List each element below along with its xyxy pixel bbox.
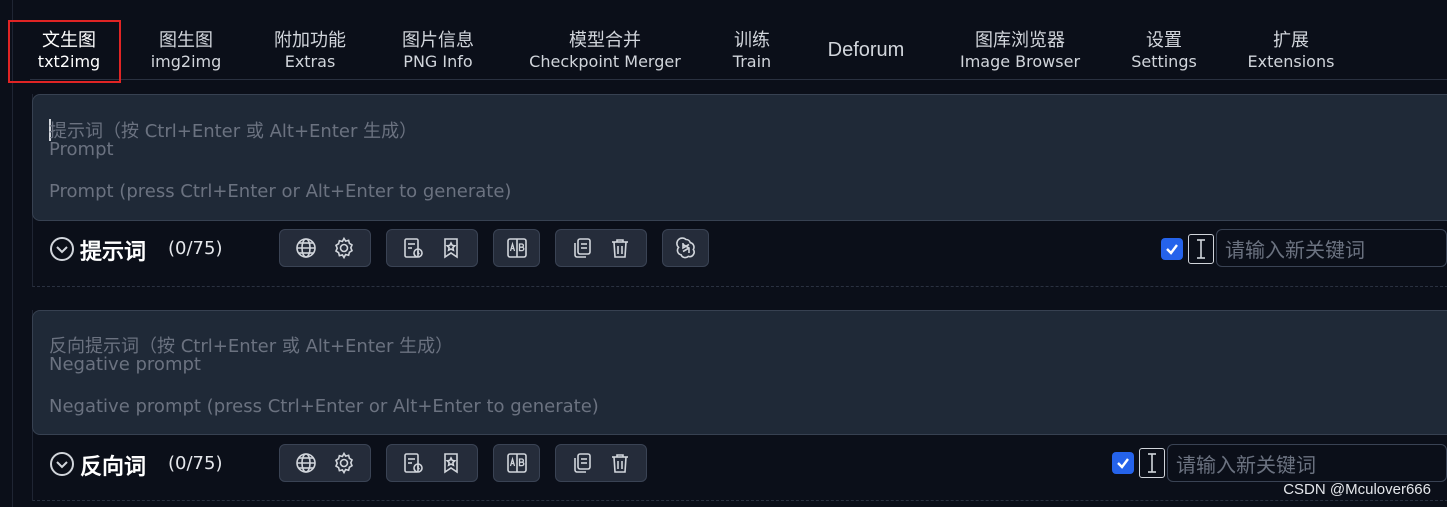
trash-icon[interactable]	[607, 235, 633, 261]
watermark: CSDN @Mculover666	[1283, 481, 1431, 498]
tab-train-en: Train	[732, 52, 772, 71]
negative-placeholder-hint: Negative prompt (press Ctrl+Enter or Alt…	[49, 396, 599, 417]
negative-toolbar-group-4	[555, 444, 647, 482]
prompt-keyword-checkbox[interactable]	[1161, 238, 1183, 260]
tab-extensions-cn: 扩展	[1273, 30, 1309, 51]
prompt-token-count: (0/75)	[168, 238, 223, 259]
copy-icon[interactable]	[569, 235, 595, 261]
tab-img2img-cn: 图生图	[159, 30, 213, 51]
history-list-icon[interactable]	[400, 450, 426, 476]
negative-toolbar-group-1	[279, 444, 371, 482]
tab-extras-en: Extras	[284, 52, 336, 71]
tab-deforum[interactable]: Deforum	[816, 30, 916, 70]
prompt-placeholder-en: Prompt	[49, 139, 114, 160]
negative-prompt-textarea[interactable]: 反向提示词（按 Ctrl+Enter 或 Alt+Enter 生成） Negat…	[32, 310, 1447, 435]
prompt-placeholder-hint: Prompt (press Ctrl+Enter or Alt+Enter to…	[49, 181, 512, 202]
tab-img2img-en: img2img	[150, 52, 222, 71]
tab-extras-cn: 附加功能	[274, 30, 346, 51]
prompt-keyword-input[interactable]: 请输入新关键词	[1216, 229, 1447, 267]
openai-icon[interactable]	[673, 235, 699, 261]
tab-image-browser-en: Image Browser	[959, 52, 1081, 71]
collapse-negative-icon[interactable]	[50, 452, 74, 476]
prompt-textarea[interactable]: 提示词（按 Ctrl+Enter 或 Alt+Enter 生成） Prompt …	[32, 94, 1447, 221]
prompt-toolbar-group-3	[493, 229, 540, 267]
trash-icon[interactable]	[607, 450, 633, 476]
tab-deforum-label: Deforum	[827, 39, 905, 61]
tab-png-info[interactable]: 图片信息 PNG Info	[394, 30, 482, 72]
tab-settings-en: Settings	[1131, 52, 1197, 71]
gear-icon[interactable]	[331, 450, 357, 476]
negative-toolbar-group-3	[493, 444, 540, 482]
tab-settings[interactable]: 设置 Settings	[1128, 30, 1200, 72]
prompt-toolbar-group-2	[386, 229, 478, 267]
tab-extensions[interactable]: 扩展 Extensions	[1244, 30, 1338, 72]
prompt-label: 提示词	[80, 240, 147, 265]
tab-png-info-en: PNG Info	[403, 52, 473, 71]
negative-token-count: (0/75)	[168, 453, 223, 474]
tab-image-browser[interactable]: 图库浏览器 Image Browser	[954, 30, 1086, 72]
text-cursor-icon	[1139, 448, 1165, 478]
tab-png-info-cn: 图片信息	[402, 30, 474, 51]
tab-divider	[30, 79, 1447, 80]
history-list-icon[interactable]	[400, 235, 426, 261]
tab-checkpoint-merger[interactable]: 模型合并 Checkpoint Merger	[524, 30, 686, 72]
prompt-toolbar-group-5	[662, 229, 709, 267]
tab-extensions-en: Extensions	[1247, 52, 1335, 71]
collapse-prompt-icon[interactable]	[50, 237, 74, 261]
negative-placeholder-en: Negative prompt	[49, 354, 201, 375]
tab-extras[interactable]: 附加功能 Extras	[268, 30, 352, 72]
negative-toolbar-group-2	[386, 444, 478, 482]
selection-highlight	[8, 20, 121, 83]
text-cursor-icon	[1188, 234, 1214, 264]
tab-train-cn: 训练	[734, 30, 770, 51]
negative-keyword-checkbox[interactable]	[1112, 452, 1134, 474]
tab-train[interactable]: 训练 Train	[724, 30, 780, 72]
negative-keyword-input[interactable]: 请输入新关键词	[1167, 444, 1447, 482]
tab-checkpoint-merger-cn: 模型合并	[569, 30, 641, 51]
ab-translate-icon[interactable]	[504, 450, 530, 476]
tab-img2img[interactable]: 图生图 img2img	[146, 30, 226, 72]
bookmark-star-icon[interactable]	[438, 235, 464, 261]
tab-image-browser-cn: 图库浏览器	[975, 30, 1065, 51]
bookmark-star-icon[interactable]	[438, 450, 464, 476]
copy-icon[interactable]	[569, 450, 595, 476]
prompt-toolbar-group-1	[279, 229, 371, 267]
tab-settings-cn: 设置	[1146, 30, 1182, 51]
globe-icon[interactable]	[293, 235, 319, 261]
negative-label: 反向词	[80, 455, 147, 480]
prompt-toolbar-group-4	[555, 229, 647, 267]
tab-checkpoint-merger-en: Checkpoint Merger	[529, 52, 681, 71]
gear-icon[interactable]	[331, 235, 357, 261]
ab-translate-icon[interactable]	[504, 235, 530, 261]
globe-icon[interactable]	[293, 450, 319, 476]
